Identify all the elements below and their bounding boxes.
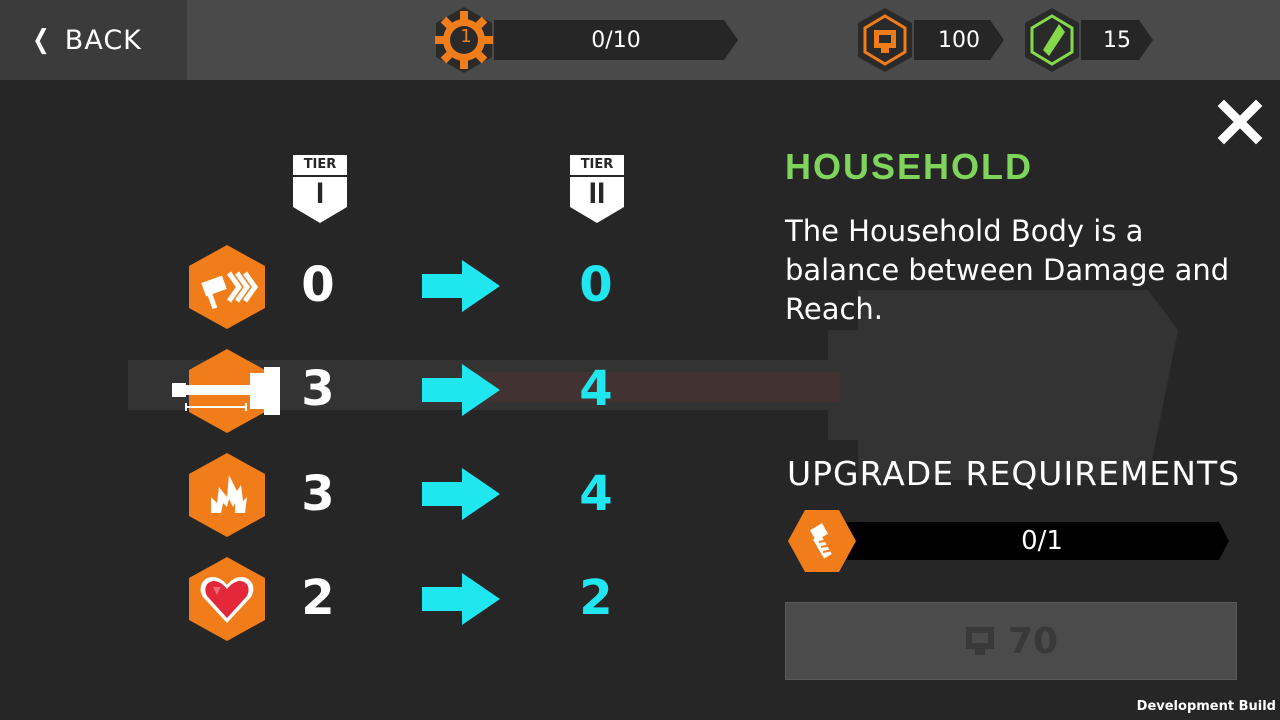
gem-amount: 15 — [1103, 27, 1131, 53]
stat-speed-current: 0 — [301, 257, 335, 313]
tier-current-numeral: I — [315, 177, 325, 210]
stat-health-next: 2 — [579, 570, 613, 626]
stat-speed-next: 0 — [579, 257, 613, 313]
item-description: The Household Body is a balance between … — [785, 214, 1230, 326]
coin-amount: 100 — [938, 27, 980, 53]
stat-row-speed: 0 0 — [0, 243, 760, 333]
coin-currency-icon — [858, 8, 912, 72]
level-progress-text: 0/10 — [591, 27, 641, 53]
arrow-right-icon — [422, 468, 500, 520]
gem-amount-pill: 15 — [1081, 20, 1153, 60]
level-number: 1 — [460, 26, 472, 47]
arrow-right-icon — [422, 260, 500, 312]
top-bar: ❮ BACK 1 0/10 100 15 — [0, 0, 1280, 80]
fire-damage-icon — [189, 453, 265, 537]
level-progress-pill: 0/10 — [494, 20, 738, 60]
tier-current-badge: TIER I — [293, 155, 347, 223]
arrow-right-icon — [422, 573, 500, 625]
stat-row-reach: 3 4 — [0, 347, 760, 437]
tier-next-numeral: II — [588, 177, 606, 210]
stat-damage-current: 3 — [301, 466, 335, 522]
back-label: BACK — [64, 24, 142, 56]
coin-amount-pill: 100 — [914, 20, 1004, 60]
stat-reach-current: 3 — [301, 361, 335, 417]
gem-currency-icon — [1025, 8, 1079, 72]
close-icon[interactable] — [1216, 98, 1264, 146]
upgrade-cost: 70 — [1007, 620, 1059, 662]
stat-row-health: 2 2 — [0, 556, 760, 646]
hammer-part-icon — [788, 510, 856, 572]
reach-hammer-graphic — [172, 367, 280, 415]
stat-row-damage: 3 4 — [0, 452, 760, 542]
requirement-progress-text: 0/1 — [1021, 526, 1063, 556]
tier-next-label: TIER — [580, 157, 614, 172]
requirement-progress-bar: 0/1 — [845, 522, 1229, 560]
heart-health-icon — [189, 557, 265, 641]
stat-damage-next: 4 — [579, 466, 613, 522]
development-build-label: Development Build — [1136, 699, 1276, 714]
speed-hammer-icon — [189, 245, 265, 329]
stat-reach-next: 4 — [579, 361, 613, 417]
back-button[interactable]: ❮ BACK — [0, 0, 187, 80]
chevron-left-icon: ❮ — [32, 25, 51, 55]
coin-icon — [965, 627, 994, 655]
tier-current-label: TIER — [303, 157, 337, 172]
tier-next-badge: TIER II — [570, 155, 624, 223]
stat-health-current: 2 — [301, 570, 335, 626]
arrow-right-icon — [422, 364, 500, 416]
upgrade-requirements-title: UPGRADE REQUIREMENTS — [787, 454, 1241, 493]
upgrade-button[interactable]: 70 — [785, 602, 1237, 680]
item-title: HOUSEHOLD — [785, 146, 1034, 187]
